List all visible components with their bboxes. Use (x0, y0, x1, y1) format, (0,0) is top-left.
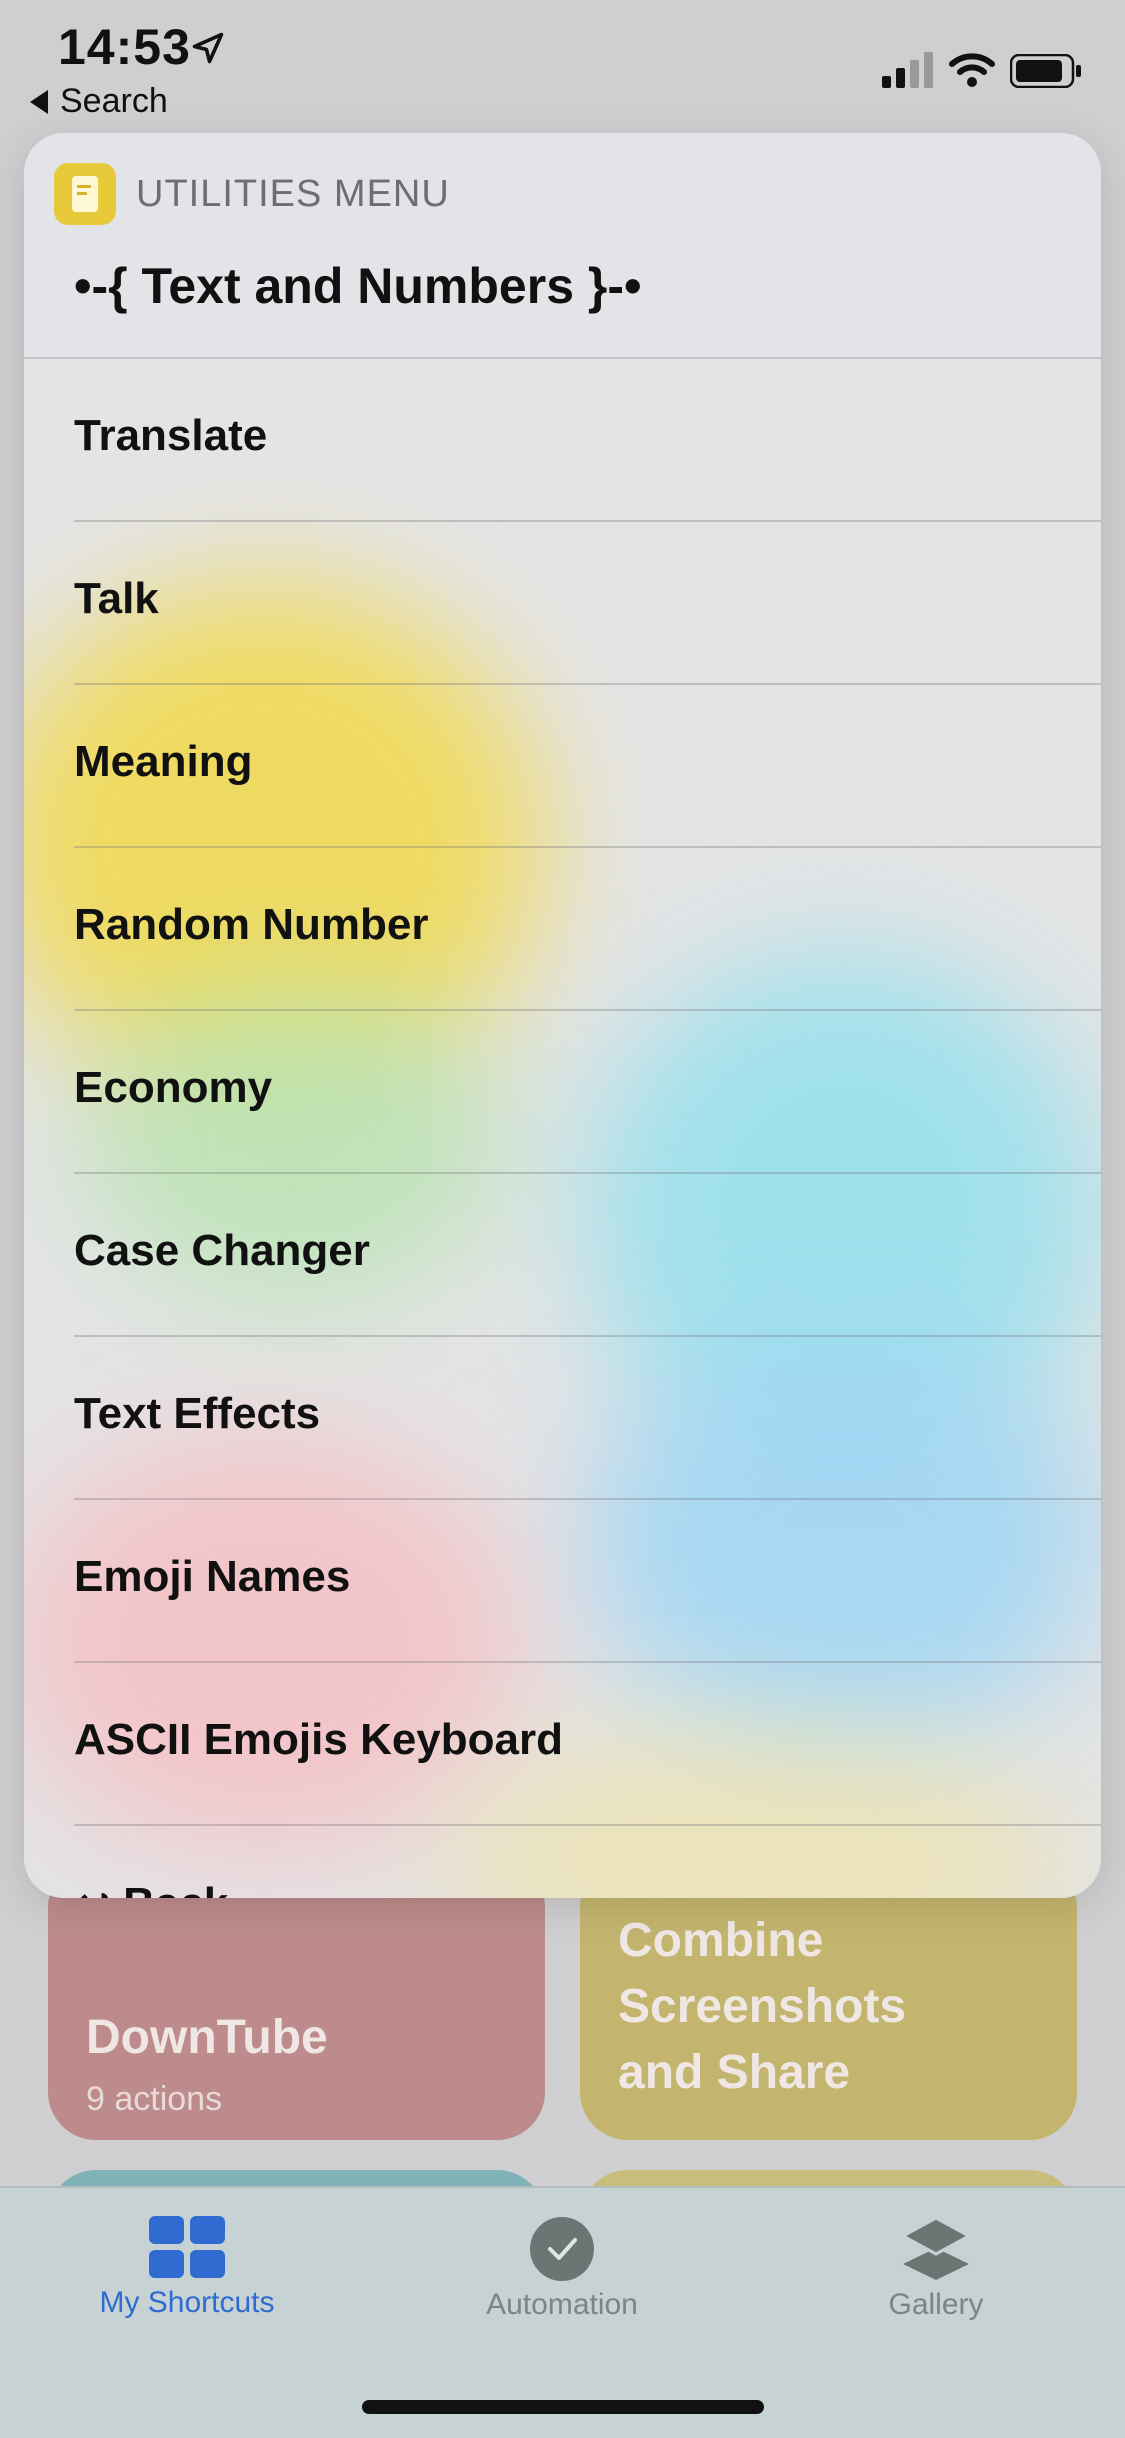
menu-item-back[interactable]: ↩ Back (24, 1826, 1101, 1898)
menu-item-label: Translate (74, 411, 268, 460)
menu-item-label: ↩ Back (74, 1878, 228, 1898)
tab-automation[interactable]: Automation (432, 2216, 692, 2322)
shortcut-tile-combine-screenshots[interactable]: Combine Screenshots and Share (580, 1860, 1077, 2140)
wifi-icon (949, 53, 995, 87)
back-arrow-icon (30, 89, 48, 114)
tile-subtitle: 9 actions (86, 2080, 223, 2118)
menu-item-ascii-emojis-keyboard[interactable]: ASCII Emojis Keyboard (24, 1663, 1101, 1826)
menu-item-random-number[interactable]: Random Number (24, 848, 1101, 1011)
tab-gallery[interactable]: Gallery (806, 2216, 1066, 2322)
tab-label: Automation (486, 2288, 638, 2321)
menu-title: •-{ Text and Numbers }-• (74, 258, 642, 314)
tile-title: DownTube (86, 2011, 328, 2064)
cellular-signal-icon (882, 52, 933, 88)
menu-item-label: Meaning (74, 737, 253, 786)
tile-title: Combine Screenshots and Share (618, 1914, 907, 2099)
home-indicator (362, 2400, 764, 2414)
menu-kicker: UTILITIES MENU (136, 173, 450, 215)
tab-label: Gallery (888, 2288, 984, 2321)
menu-item-label: Text Effects (74, 1389, 321, 1438)
shortcut-tile-downtube[interactable]: DownTube 9 actions (48, 1860, 545, 2140)
tab-my-shortcuts[interactable]: My Shortcuts (57, 2216, 317, 2320)
menu-item-text-effects[interactable]: Text Effects (24, 1337, 1101, 1500)
check-circle-icon (530, 2217, 594, 2281)
menu-item-translate[interactable]: Translate (24, 359, 1101, 522)
menu-item-case-changer[interactable]: Case Changer (24, 1174, 1101, 1337)
back-label: Search (60, 82, 168, 120)
battery-icon (1010, 54, 1081, 88)
menu-item-meaning[interactable]: Meaning (24, 685, 1101, 848)
back-to-search-link[interactable]: Search (30, 82, 168, 121)
menu-options-list: Translate Talk Meaning Random Number Eco… (24, 359, 1101, 1898)
menu-header: UTILITIES MENU •-{ Text and Numbers }-• (24, 133, 1101, 359)
tab-bar: My Shortcuts Automation Gallery (0, 2186, 1125, 2438)
location-arrow-icon (192, 32, 224, 64)
layers-icon (901, 2216, 971, 2280)
status-time: 14:53 (58, 19, 191, 75)
grid-icon (149, 2216, 225, 2278)
menu-item-economy[interactable]: Economy (24, 1011, 1101, 1174)
shortcut-app-icon (54, 163, 116, 225)
menu-item-talk[interactable]: Talk (24, 522, 1101, 685)
menu-item-label: ASCII Emojis Keyboard (74, 1715, 564, 1764)
utilities-menu: UTILITIES MENU •-{ Text and Numbers }-• … (24, 133, 1101, 1898)
menu-item-label: Talk (74, 574, 159, 623)
menu-item-label: Random Number (74, 900, 429, 949)
menu-item-label: Economy (74, 1063, 273, 1112)
tab-label: My Shortcuts (99, 2286, 275, 2319)
menu-item-label: Emoji Names (74, 1552, 351, 1601)
menu-item-emoji-names[interactable]: Emoji Names (24, 1500, 1101, 1663)
menu-item-label: Case Changer (74, 1226, 370, 1275)
